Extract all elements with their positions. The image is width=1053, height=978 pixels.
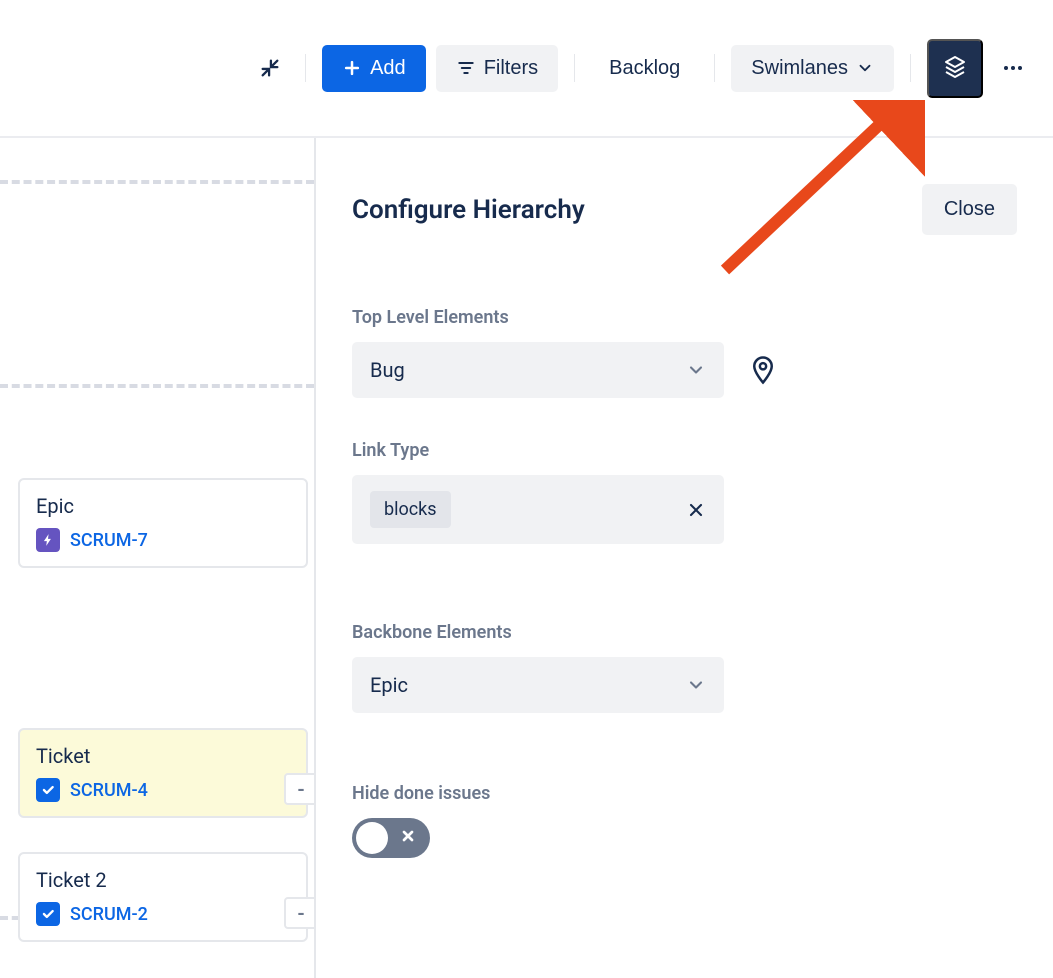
card-collapse-button[interactable]: - — [284, 897, 316, 929]
chevron-down-icon — [686, 675, 706, 695]
card-epic[interactable]: Epic SCRUM-7 — [18, 478, 308, 568]
close-button[interactable]: Close — [922, 184, 1017, 235]
section-top-level: Top Level Elements Bug — [352, 307, 1017, 398]
panel-title: Configure Hierarchy — [352, 195, 585, 225]
section-label: Top Level Elements — [352, 307, 1017, 328]
divider — [574, 54, 575, 82]
section-label: Backbone Elements — [352, 622, 1017, 643]
filter-icon — [456, 58, 476, 78]
filters-label: Filters — [484, 57, 538, 80]
section-hide-done: Hide done issues — [352, 783, 1017, 858]
swimlanes-label: Swimlanes — [751, 57, 848, 80]
card-key: SCRUM-2 — [70, 904, 148, 925]
divider — [305, 54, 306, 82]
task-icon — [36, 902, 60, 926]
card-collapse-button[interactable]: - — [284, 773, 316, 805]
toolbar: Add Filters Backlog Swimlanes — [0, 0, 1053, 138]
hide-done-toggle[interactable] — [352, 818, 430, 858]
card-row: SCRUM-2 — [36, 902, 290, 926]
toggle-knob — [356, 822, 388, 854]
panel-header: Configure Hierarchy Close — [352, 184, 1017, 235]
configure-panel: Configure Hierarchy Close Top Level Elem… — [316, 138, 1053, 978]
more-button[interactable] — [993, 48, 1033, 88]
task-icon — [36, 778, 60, 802]
hierarchy-button[interactable] — [927, 39, 983, 98]
clear-icon[interactable] — [686, 500, 706, 520]
select-value: Epic — [370, 673, 408, 697]
card-ticket-1[interactable]: Ticket SCRUM-4 - — [18, 728, 308, 818]
divider — [910, 54, 911, 82]
section-label: Hide done issues — [352, 783, 1017, 804]
close-icon — [400, 828, 416, 848]
card-title: Ticket — [36, 744, 290, 768]
main-area: Epic SCRUM-7 Ticket SCRUM-4 - Ticket 2 — [0, 138, 1053, 978]
more-icon — [1001, 56, 1025, 80]
backbone-select[interactable]: Epic — [352, 657, 724, 713]
divider — [714, 54, 715, 82]
backlog-button[interactable]: Backlog — [591, 45, 698, 92]
chevron-down-icon — [856, 59, 874, 77]
card-key: SCRUM-4 — [70, 780, 148, 801]
left-column: Epic SCRUM-7 Ticket SCRUM-4 - Ticket 2 — [0, 138, 316, 978]
backlog-label: Backlog — [609, 57, 680, 80]
collapse-button[interactable] — [251, 49, 289, 87]
select-value: Bug — [370, 358, 405, 382]
collapse-icon — [259, 57, 281, 79]
card-title: Ticket 2 — [36, 868, 290, 892]
lane-divider — [0, 384, 314, 388]
filters-button[interactable]: Filters — [436, 45, 558, 92]
add-button[interactable]: Add — [322, 45, 426, 92]
plus-icon — [342, 58, 362, 78]
card-ticket-2[interactable]: Ticket 2 SCRUM-2 - — [18, 852, 308, 942]
location-icon[interactable] — [748, 355, 778, 385]
section-link-type: Link Type blocks — [352, 440, 1017, 544]
link-type-input[interactable]: blocks — [352, 475, 724, 544]
add-label: Add — [370, 57, 406, 80]
card-title: Epic — [36, 494, 290, 518]
card-row: SCRUM-7 — [36, 528, 290, 552]
chevron-down-icon — [686, 360, 706, 380]
card-key: SCRUM-7 — [70, 530, 148, 551]
top-level-select[interactable]: Bug — [352, 342, 724, 398]
card-row: SCRUM-4 — [36, 778, 290, 802]
link-type-chip: blocks — [370, 491, 451, 528]
layers-icon — [943, 55, 967, 79]
section-label: Link Type — [352, 440, 1017, 461]
lane-divider — [0, 180, 314, 184]
swimlanes-button[interactable]: Swimlanes — [731, 45, 894, 92]
epic-icon — [36, 528, 60, 552]
section-backbone: Backbone Elements Epic — [352, 622, 1017, 713]
